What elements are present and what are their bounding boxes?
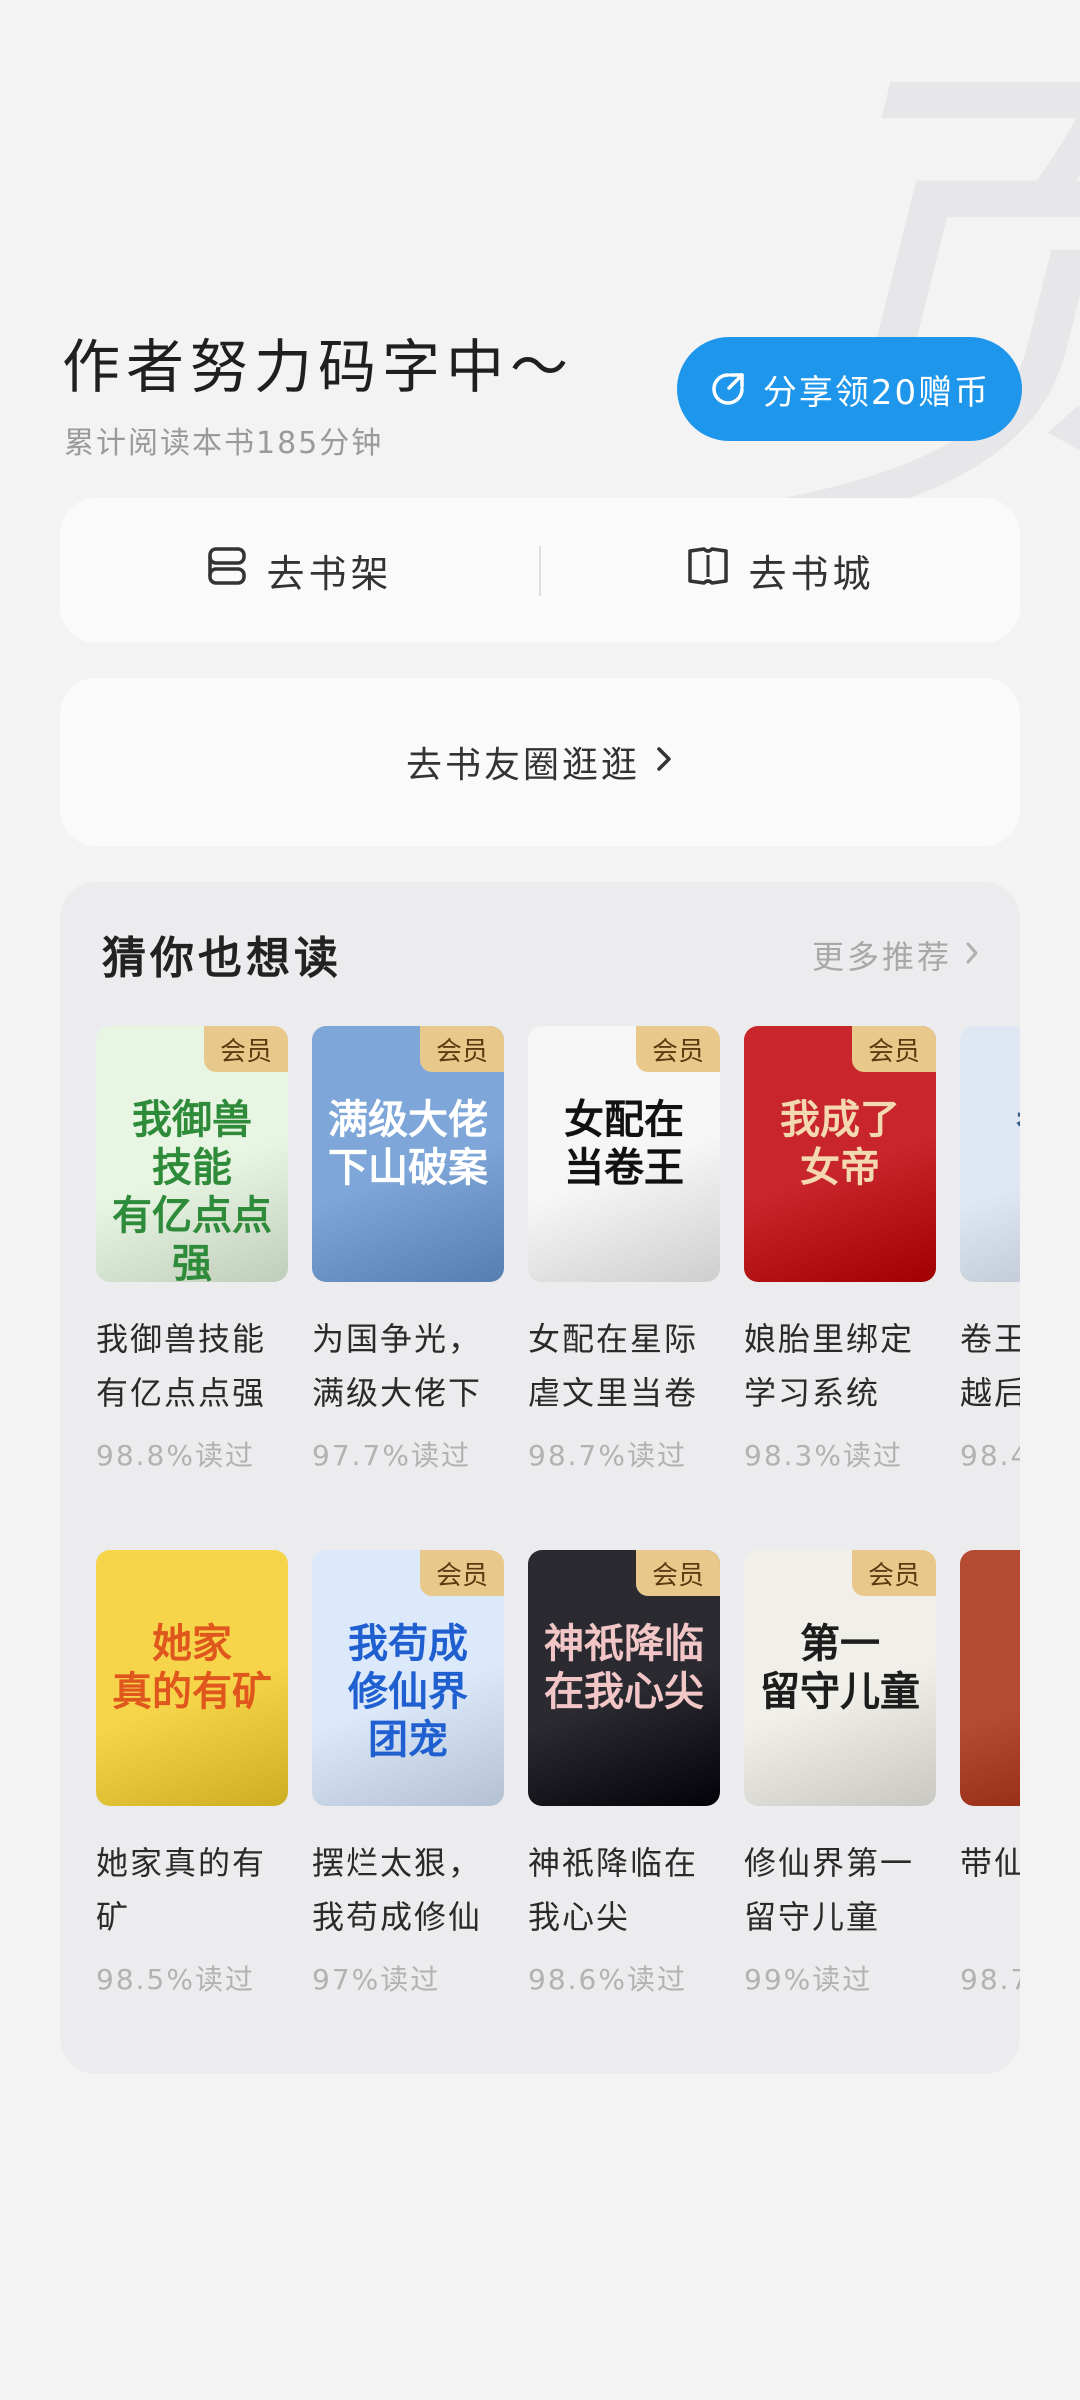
book-title[interactable]: 神祇降临在我心尖 bbox=[528, 1836, 720, 1944]
member-badge: 会员 bbox=[852, 1026, 936, 1072]
go-bookshelf-button[interactable]: 去书架 bbox=[60, 543, 539, 598]
book-item[interactable]: 带仙升后 98.7%读过 bbox=[960, 1550, 1020, 1998]
go-bookstore-label: 去书城 bbox=[748, 552, 875, 596]
member-badge: 会员 bbox=[204, 1026, 288, 1072]
book-title[interactable]: 我御兽技能有亿点点强 bbox=[96, 1312, 288, 1420]
share-icon bbox=[709, 370, 747, 408]
book-read-percentage: 98.7%读过 bbox=[528, 1439, 687, 1472]
book-item[interactable]: 她家 真的有矿她家真的有矿 98.5%读过 bbox=[96, 1550, 288, 1998]
member-badge: 会员 bbox=[636, 1550, 720, 1596]
book-cover[interactable]: 第一 留守儿童 会员 bbox=[744, 1550, 936, 1806]
book-cover[interactable]: 女配在 当卷王 会员 bbox=[528, 1026, 720, 1282]
book-item[interactable]: 我苟成 修仙界 团宠 会员摆烂太狠，我苟成修仙 97%读过 bbox=[312, 1550, 504, 1998]
bookshelf-icon bbox=[206, 545, 248, 596]
book-cover[interactable]: 神祇降临 在我心尖 会员 bbox=[528, 1550, 720, 1806]
book-cover-art: 女配在 当卷王 bbox=[564, 1097, 684, 1191]
book-read-percentage: 98.7%读过 bbox=[960, 1963, 1020, 1996]
book-read-percentage: 98.4%读过 bbox=[960, 1439, 1020, 1472]
book-read-percentage: 98.8%读过 bbox=[96, 1439, 255, 1472]
book-title[interactable]: 女配在星际虐文里当卷 bbox=[528, 1312, 720, 1420]
book-title[interactable]: 卷王药尊穿越后 bbox=[960, 1312, 1020, 1420]
book-item[interactable]: 满级大佬 下山破案 会员为国争光，满级大佬下 97.7%读过 bbox=[312, 1026, 504, 1474]
book-cover[interactable]: 卷王 bbox=[960, 1026, 1020, 1282]
more-recommendations-label: 更多推荐 bbox=[811, 938, 952, 976]
go-bookshelf-label: 去书架 bbox=[266, 552, 393, 596]
page-header: 作者努力码字中～ 累计阅读本书185分钟 分享领20赠币 bbox=[62, 310, 1022, 470]
book-cover[interactable]: 她家 真的有矿 bbox=[96, 1550, 288, 1806]
more-recommendations-link[interactable]: 更多推荐 bbox=[812, 932, 980, 978]
book-item[interactable]: 第一 留守儿童 会员修仙界第一留守儿童 99%读过 bbox=[744, 1550, 936, 1998]
book-title[interactable]: 娘胎里绑定学习系统 bbox=[744, 1312, 936, 1420]
chevron-right-icon bbox=[654, 742, 674, 783]
book-read-percentage: 98.5%读过 bbox=[96, 1963, 255, 1996]
book-icon bbox=[686, 545, 730, 596]
book-cover[interactable]: 我成了 女帝 会员 bbox=[744, 1026, 936, 1282]
book-title[interactable]: 摆烂太狠，我苟成修仙 bbox=[312, 1836, 504, 1944]
book-read-percentage: 99%读过 bbox=[744, 1963, 873, 1996]
member-badge: 会员 bbox=[420, 1026, 504, 1072]
recommendation-panel: 猜你也想读 更多推荐 我御兽 技能 有亿点点强 会员 我御兽技能有亿点点强 98.8%… bbox=[60, 882, 1020, 2074]
recommendation-title: 猜你也想读 bbox=[102, 933, 342, 984]
book-item[interactable]: 女配在 当卷王 会员女配在星际虐文里当卷 98.7%读过 bbox=[528, 1026, 720, 1474]
book-title[interactable]: 修仙界第一留守儿童 bbox=[744, 1836, 936, 1944]
book-read-percentage: 98.3%读过 bbox=[744, 1439, 903, 1472]
book-cover-art: 我成了 女帝 bbox=[780, 1097, 900, 1191]
book-item[interactable]: 神祇降临 在我心尖 会员神祇降临在我心尖 98.6%读过 bbox=[528, 1550, 720, 1998]
book-title[interactable]: 带仙升后 bbox=[960, 1836, 1020, 1944]
book-read-percentage: 98.6%读过 bbox=[528, 1963, 687, 1996]
book-read-percentage: 97.7%读过 bbox=[312, 1439, 471, 1472]
go-bookstore-button[interactable]: 去书城 bbox=[541, 543, 1020, 598]
book-title[interactable]: 为国争光，满级大佬下 bbox=[312, 1312, 504, 1420]
member-badge: 会员 bbox=[852, 1550, 936, 1596]
share-button[interactable]: 分享领20赠币 bbox=[677, 337, 1022, 441]
chevron-right-icon bbox=[964, 936, 980, 974]
member-badge: 会员 bbox=[636, 1026, 720, 1072]
book-circle-link[interactable]: 去书友圈逛逛 bbox=[60, 678, 1020, 846]
book-circle-label: 去书友圈逛逛 bbox=[405, 745, 640, 786]
share-button-label: 分享领20赠币 bbox=[762, 372, 991, 413]
book-item[interactable]: 我成了 女帝 会员娘胎里绑定学习系统 98.3%读过 bbox=[744, 1026, 936, 1474]
book-cover[interactable]: 满级大佬 下山破案 会员 bbox=[312, 1026, 504, 1282]
book-cover-art: 我御兽 技能 有亿点点强 bbox=[112, 1097, 272, 1282]
book-cover-art: 我苟成 修仙界 团宠 bbox=[348, 1621, 468, 1763]
book-cover-art: 满级大佬 下山破案 bbox=[328, 1097, 488, 1191]
book-cover-art: 神祇降临 在我心尖 bbox=[544, 1621, 704, 1715]
quick-nav-card: 去书架 去书城 bbox=[60, 498, 1020, 643]
reading-time-text: 累计阅读本书185分钟 bbox=[64, 426, 384, 461]
book-cover-art: 第一 留守儿童 bbox=[760, 1621, 920, 1715]
book-cover[interactable]: 我苟成 修仙界 团宠 会员 bbox=[312, 1550, 504, 1806]
book-cover-art: 卷王 bbox=[960, 1096, 1020, 1144]
book-cover[interactable] bbox=[960, 1550, 1020, 1806]
book-cover[interactable]: 我御兽 技能 有亿点点强 会员 bbox=[96, 1026, 288, 1282]
book-item[interactable]: 卷王卷王药尊穿越后 98.4%读过 bbox=[960, 1026, 1020, 1474]
book-item[interactable]: 我御兽 技能 有亿点点强 会员我御兽技能有亿点点强 98.8%读过 bbox=[96, 1026, 288, 1474]
book-row-2: 她家 真的有矿她家真的有矿 98.5%读过 我苟成 修仙界 团宠 会员摆烂太狠，我苟成… bbox=[96, 1550, 1020, 1998]
book-read-percentage: 97%读过 bbox=[312, 1963, 441, 1996]
book-title[interactable]: 她家真的有矿 bbox=[96, 1836, 288, 1944]
member-badge: 会员 bbox=[420, 1550, 504, 1596]
book-cover-art: 她家 真的有矿 bbox=[112, 1621, 272, 1715]
book-row-1: 我御兽 技能 有亿点点强 会员我御兽技能有亿点点强 98.8%读过 满级大佬 下山破案… bbox=[96, 1026, 1020, 1474]
page-title: 作者努力码字中～ bbox=[62, 333, 575, 401]
